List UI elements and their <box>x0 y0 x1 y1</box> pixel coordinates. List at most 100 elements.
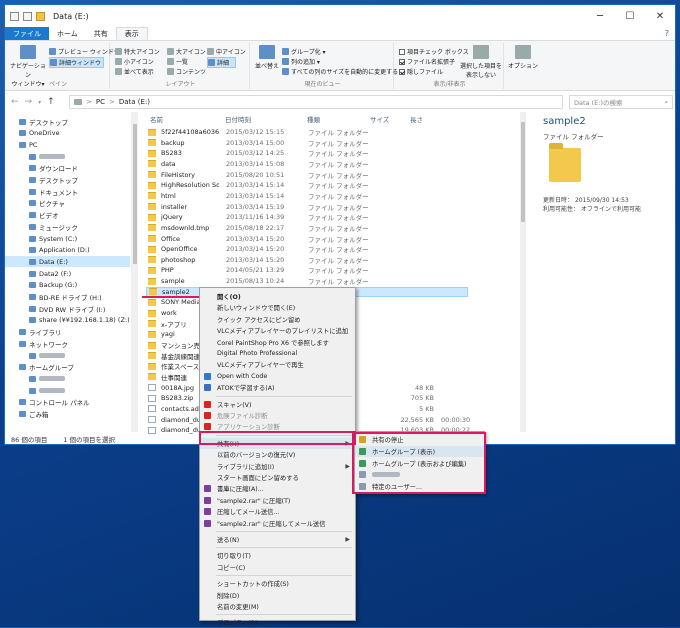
folder-row[interactable]: data 2013/03/14 15:08 ファイル フォルダー <box>146 159 468 169</box>
file-extensions-checkbox[interactable] <box>399 58 405 65</box>
add-columns-button[interactable]: 列の追加 ▾ <box>282 57 320 66</box>
hidden-items-toggle[interactable]: 隠しファイル <box>399 67 443 76</box>
menu-item[interactable]: 名前の変更(M) <box>200 601 355 612</box>
minimize-button[interactable]: ─ <box>585 5 615 27</box>
nav-scrollbar[interactable] <box>132 112 138 432</box>
file-extensions-toggle[interactable]: ファイル名拡張子 <box>399 57 455 66</box>
column-size[interactable]: サイズ <box>370 114 389 124</box>
nav-item[interactable]: コントロール パネル <box>5 397 130 408</box>
nav-item[interactable]: System (C:) <box>5 233 130 244</box>
menu-item[interactable]: クイック アクセスにピン留め <box>200 314 355 325</box>
folder-row[interactable]: HighResolution Sou... 2013/03/14 15:14 ファイ… <box>146 180 468 190</box>
menu-item[interactable]: "sample2.rar" に圧縮してメール送信 <box>200 518 355 529</box>
nav-item[interactable] <box>5 385 130 396</box>
new-folder-icon[interactable] <box>36 11 45 21</box>
folder-row[interactable]: FileHistory 2015/08/20 10:51 ファイル フォルダー <box>146 170 468 180</box>
nav-item[interactable]: Application (D:) <box>5 245 130 256</box>
sort-button[interactable]: 並べ替え <box>255 45 279 70</box>
nav-item[interactable]: share (¥¥192.168.1.18) (Z:) <box>5 315 130 326</box>
nav-item[interactable]: ダウンロード <box>5 163 130 174</box>
folder-row[interactable]: photoshop 2013/03/14 15:20 ファイル フォルダー <box>146 255 468 265</box>
menu-item[interactable]: 圧縮してメール送信... <box>200 506 355 517</box>
nav-item[interactable]: Data2 (F:) <box>5 268 130 279</box>
column-date[interactable]: 日付時刻 <box>225 114 251 124</box>
file-scrollbar[interactable] <box>520 112 526 432</box>
folder-row[interactable]: installer 2013/03/14 15:19 ファイル フォルダー <box>146 202 468 212</box>
tab-view[interactable]: 表示 <box>115 27 148 40</box>
tab-file[interactable]: ファイル <box>5 27 49 40</box>
nav-item[interactable]: デスクトップ <box>5 116 130 127</box>
file-scroll-thumb[interactable] <box>521 122 525 222</box>
properties-icon[interactable] <box>23 11 32 21</box>
nav-scroll-thumb[interactable] <box>133 124 137 264</box>
menu-item[interactable]: Corel PaintShop Pro X6 で参照します <box>200 337 355 348</box>
forward-icon[interactable]: → <box>25 97 33 107</box>
details-button[interactable]: 詳細 <box>207 57 237 68</box>
folder-row[interactable]: PHP 2014/05/21 13:29 ファイル フォルダー <box>146 265 468 275</box>
tab-share[interactable]: 共有 <box>86 27 116 40</box>
maximize-button[interactable]: ☐ <box>615 5 645 27</box>
nav-item[interactable]: ネットワーク <box>5 338 130 349</box>
menu-item[interactable]: VLCメディアプレイヤーで再生 <box>200 359 355 370</box>
item-checkboxes-checkbox[interactable] <box>399 48 405 55</box>
nav-item[interactable]: BD-RE ドライブ (H:) <box>5 292 130 303</box>
folder-row[interactable]: OpenOffice 2013/03/14 15:20 ファイル フォルダー <box>146 244 468 254</box>
size-columns-button[interactable]: すべての列のサイズを自動的に変更する <box>282 67 398 76</box>
menu-item[interactable]: 開く(O) <box>200 291 355 302</box>
column-name[interactable]: 名前 <box>150 114 163 124</box>
nav-item[interactable]: ごみ箱 <box>5 409 130 420</box>
menu-item[interactable]: スタート画面にピン留めする <box>200 472 355 483</box>
breadcrumb-pc[interactable]: PC <box>96 98 105 106</box>
menu-item[interactable]: 書庫に圧縮(A)... <box>200 483 355 494</box>
nav-item[interactable]: ミュージック <box>5 221 130 232</box>
preview-pane-button[interactable]: プレビュー ウィンドウ <box>49 47 120 56</box>
nav-item[interactable]: ピクチャ <box>5 198 130 209</box>
folder-row[interactable]: msdownld.tmp 2015/08/18 22:17 ファイル フォルダー <box>146 223 468 233</box>
menu-item[interactable]: プロパティ(R) <box>200 617 355 628</box>
nav-item[interactable] <box>5 350 130 361</box>
details-pane-button[interactable]: 詳細ウィンドウ <box>49 57 105 68</box>
menu-item[interactable]: 切り取り(T) <box>200 550 355 561</box>
folder-row[interactable]: sample 2015/08/13 10:24 ファイル フォルダー <box>146 276 468 286</box>
nav-item[interactable]: Backup (G:) <box>5 280 130 291</box>
xlarge-icons-button[interactable]: 特大アイコン <box>115 47 160 56</box>
up-icon[interactable]: ↑ <box>47 97 55 107</box>
close-button[interactable]: ✕ <box>645 5 675 27</box>
small-icons-button[interactable]: 小アイコン <box>115 57 154 66</box>
nav-item[interactable]: DVD RW ドライブ (I:) <box>5 303 130 314</box>
hidden-items-checkbox[interactable] <box>399 68 405 75</box>
recent-locations-icon[interactable]: ▾ <box>38 99 41 106</box>
nav-item[interactable]: PC <box>5 139 130 150</box>
menu-item[interactable]: コピー(C) <box>200 562 355 573</box>
folder-row[interactable]: backup 2013/03/14 15:00 ファイル フォルダー <box>146 138 468 148</box>
column-type[interactable]: 種類 <box>307 114 320 124</box>
nav-item[interactable]: ライブラリ <box>5 327 130 338</box>
menu-item[interactable]: VLCメディアプレイヤーのプレイリストに追加 <box>200 325 355 336</box>
hide-selected-button[interactable]: 選択した項目を 表示しない <box>460 45 502 79</box>
tiles-button[interactable]: 並べて表示 <box>115 67 154 76</box>
medium-icons-button[interactable]: 中アイコン <box>207 47 246 56</box>
list-button[interactable]: 一覧 <box>167 57 188 66</box>
nav-item[interactable]: ドキュメント <box>5 186 130 197</box>
group-by-button[interactable]: グループ化 ▾ <box>282 47 326 56</box>
back-icon[interactable]: ← <box>11 97 19 107</box>
menu-item[interactable]: Open with Code <box>200 371 355 382</box>
menu-item[interactable]: 削除(D) <box>200 590 355 601</box>
breadcrumb-data-e[interactable]: Data (E:) <box>119 98 150 106</box>
tab-home[interactable]: ホーム <box>49 27 86 40</box>
menu-item[interactable]: "sample2.rar" に圧縮(T) <box>200 495 355 506</box>
menu-item[interactable]: Digital Photo Professional <box>200 348 355 359</box>
nav-item[interactable]: OneDrive <box>5 128 130 139</box>
column-length[interactable]: 長さ <box>410 114 423 124</box>
menu-item[interactable]: ライブラリに追加(I) ▶ <box>200 461 355 472</box>
large-icons-button[interactable]: 大アイコン <box>167 47 206 56</box>
folder-row[interactable]: 5f22f44108a6036bb... 2015/03/12 15:15 ファイル… <box>146 127 468 137</box>
content-button[interactable]: コンテンツ <box>167 67 206 76</box>
folder-row[interactable]: Office 2013/03/14 15:20 ファイル フォルダー <box>146 234 468 244</box>
nav-item[interactable]: デスクトップ <box>5 175 130 186</box>
nav-item[interactable]: ホームグループ <box>5 362 130 373</box>
options-button[interactable]: オプション <box>508 45 538 70</box>
address-box[interactable]: > PC > Data (E:) <box>69 95 563 109</box>
nav-item[interactable] <box>5 373 130 384</box>
nav-item[interactable] <box>5 151 130 162</box>
